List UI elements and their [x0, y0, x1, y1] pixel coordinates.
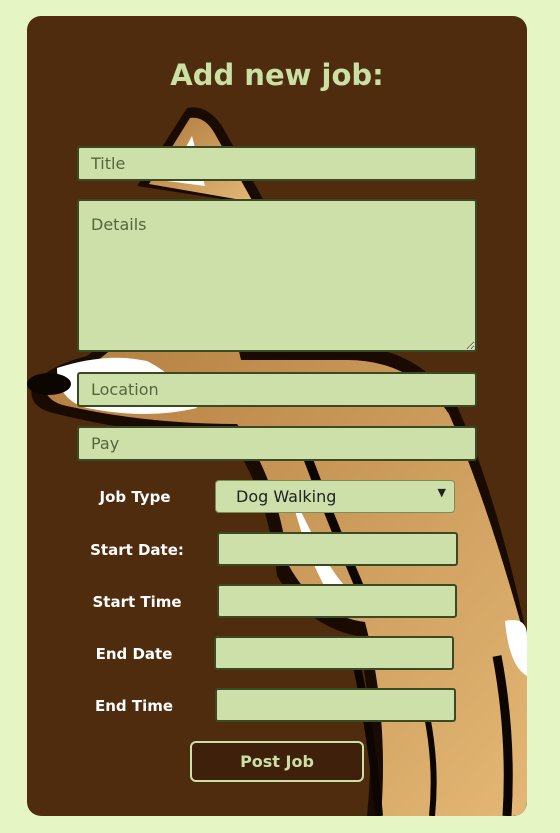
end-time-label: End Time	[94, 697, 174, 715]
details-textarea[interactable]	[77, 199, 477, 352]
pay-input[interactable]	[77, 426, 477, 461]
job-type-select[interactable]: Dog Walking ▼	[215, 480, 455, 513]
job-type-label: Job Type	[99, 488, 171, 506]
add-job-card: Add new job: Job Type Dog Walking ▼ Star…	[27, 16, 527, 816]
end-date-label: End Date	[95, 645, 173, 663]
job-type-selected-value: Dog Walking	[236, 487, 337, 506]
page-title: Add new job:	[170, 58, 384, 92]
post-job-button[interactable]: Post Job	[190, 741, 364, 782]
chevron-down-icon: ▼	[437, 486, 446, 499]
start-date-label: Start Date:	[90, 541, 184, 559]
title-input[interactable]	[77, 146, 477, 181]
start-date-input[interactable]	[217, 532, 458, 566]
end-time-input[interactable]	[215, 688, 456, 722]
location-input[interactable]	[77, 372, 477, 407]
end-date-input[interactable]	[214, 636, 454, 670]
start-time-label: Start Time	[92, 593, 182, 611]
start-time-input[interactable]	[217, 584, 457, 618]
